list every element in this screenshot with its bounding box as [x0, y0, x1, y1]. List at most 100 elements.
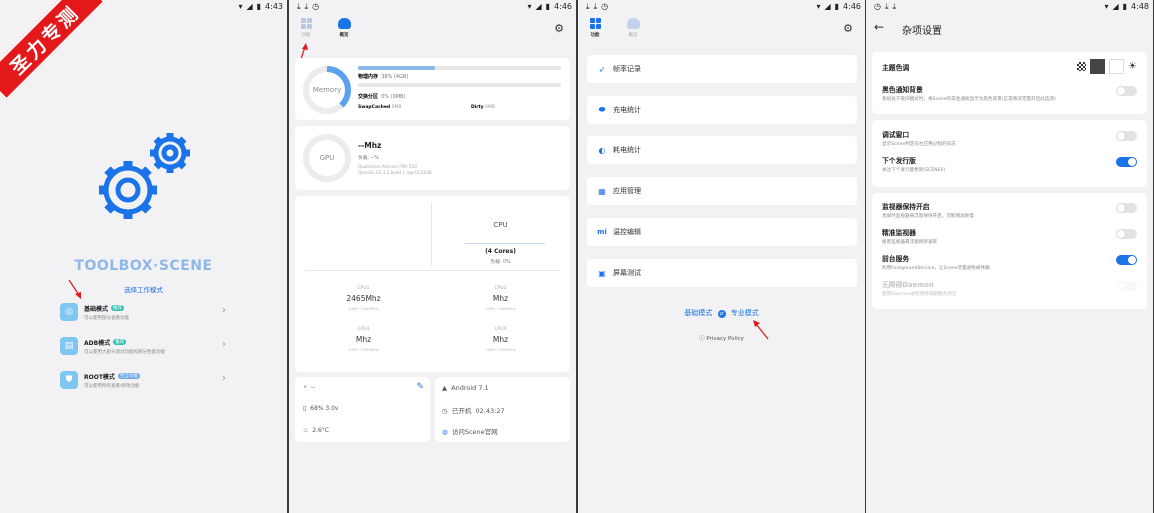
cloud-icon [626, 18, 640, 29]
status-time: 4:46 [843, 2, 861, 11]
mode-adb-icon: ▤ [60, 337, 78, 355]
cpu-core-freq: Mhz [355, 335, 372, 344]
battery-card: ⚡ -- ✎ ▯ 68% 3.0v ♨ 2.6°C [295, 377, 430, 442]
setting-title: 黑色通知背景 [882, 86, 923, 94]
func-item-screen[interactable]: ▣ 屏幕测试 [587, 259, 857, 287]
status-time: 4:48 [1131, 2, 1149, 11]
status-bar: ⤓ ⤓ ◷ ▾ ◢ ▮ 4:46 [578, 0, 865, 13]
tab-overview[interactable]: 概览 [336, 18, 352, 38]
cpu-core-range: 2465~2465Mhz [348, 347, 379, 352]
swap-value: 0% (0MB) [381, 94, 406, 100]
download-icon: ⤓ [593, 1, 598, 11]
func-item-fps[interactable]: ➶ 帧率记录 [587, 55, 857, 83]
light-theme-swatch[interactable] [1109, 59, 1125, 74]
clock-icon: ◷ [312, 1, 320, 11]
setting-title: 前台服务 [882, 255, 910, 263]
cpu-core-name: CPU3 [357, 327, 370, 332]
settings-group-theme: 主题色调 ☀ 黑色通知背景 系统处于夜间模式时，将Scene的常驻通知显示为黑色… [872, 52, 1147, 114]
gpu-freq: --Mhz [358, 141, 382, 150]
mode-title: 基础模式 [84, 305, 109, 313]
gpu-ring-label: GPU [319, 154, 335, 162]
func-item-label: 温控编辑 [613, 228, 641, 236]
android-row: ▲ Android 7.1 [442, 384, 489, 392]
func-item-drain[interactable]: ◐ 耗电统计 [587, 136, 857, 164]
cpu-core-freq: Mhz [492, 294, 509, 303]
next-release-toggle[interactable] [1116, 157, 1137, 167]
privacy-label: Privacy Policy [706, 336, 744, 342]
tab-overview[interactable]: 概览 [625, 18, 641, 38]
signal-icon: ◢ [824, 1, 831, 11]
func-item-charge[interactable]: ⬬ 充电统计 [587, 96, 857, 124]
battery-icon: ▮ [834, 1, 840, 11]
basic-mode-link[interactable]: 基础模式 [684, 309, 712, 317]
checker-theme-icon[interactable] [1077, 62, 1087, 71]
back-arrow-icon[interactable]: ← [874, 20, 884, 34]
tab-functions[interactable]: 功能 [299, 18, 313, 38]
theme-options: ☀ [1077, 59, 1137, 74]
status-time: 4:43 [265, 2, 283, 11]
daemon-toggle[interactable] [1116, 281, 1137, 291]
swap-bar [358, 83, 561, 87]
android-icon: ▲ [442, 384, 447, 392]
edit-icon[interactable]: ✎ [416, 382, 424, 392]
status-time: 4:46 [554, 2, 572, 11]
swap-row: 交换分区 0% (0MB) [358, 93, 406, 100]
precise-monitor-toggle[interactable] [1116, 229, 1137, 239]
cpu-core-name: CPU1 [357, 286, 370, 291]
foreground-toggle[interactable] [1116, 255, 1137, 265]
run-icon: ➶ [598, 64, 606, 74]
mode-basic[interactable]: ◎ 基础模式 推荐 可以使用部分查看功能 › [60, 300, 230, 324]
setting-title: 下个发行版 [882, 157, 916, 165]
signal-icon: ◢ [246, 1, 253, 11]
cpu-card: CPU (4 Cores) 负载: 0% CPU1 2465Mhz 2465~2… [295, 196, 570, 372]
dark-theme-swatch[interactable] [1090, 59, 1106, 74]
settings-group-monitor: 监视器保持开启 息屏时监视器悬浮窗保持开启，可能增加耗电 精准监视器 极客监视器… [872, 193, 1147, 309]
func-item-label: 应用管理 [613, 187, 641, 195]
func-item-label: 帧率记录 [613, 65, 641, 73]
black-bg-toggle[interactable] [1116, 86, 1137, 96]
settings-gear-icon[interactable]: ⚙ [843, 22, 853, 35]
uptime-value: 02:43:27 [475, 407, 505, 415]
setting-desc: 系统处于夜间模式时，将Scene的常驻通知显示为黑色背景(正常情况无需开启此选项… [882, 97, 1056, 102]
phys-mem-label: 物理内存 [358, 74, 379, 80]
wifi-icon: ▾ [238, 1, 243, 11]
plug-icon: ⚡ [303, 384, 308, 391]
wifi-icon: ▾ [816, 1, 821, 11]
mode-badge: 推荐 [113, 339, 127, 345]
func-item-label: 耗电统计 [613, 146, 641, 154]
monitor-keep-toggle[interactable] [1116, 203, 1137, 213]
cpu-core-cell: CPU4 Mhz 2465~2465Mhz [432, 327, 569, 352]
func-item-apps[interactable]: ▦ 应用管理 [587, 177, 857, 205]
debug-toggle[interactable] [1116, 131, 1137, 141]
divider [305, 270, 560, 271]
mode-switch-row: 基础模式 ⇄ 专业模式 [578, 308, 865, 318]
switch-icon: ⇄ [717, 310, 726, 318]
temperature-icon: ♨ [303, 427, 309, 434]
privacy-link[interactable]: ⓘ Privacy Policy [578, 334, 865, 342]
info-icon: ⓘ [699, 336, 705, 342]
cpu-core-cell: CPU3 Mhz 2465~2465Mhz [295, 327, 432, 352]
func-item-thermal[interactable]: mi 温控编辑 [587, 218, 857, 246]
pro-mode-link[interactable]: 专业模式 [731, 309, 759, 317]
cpu-core-cell: CPU2 Mhz 2465~2465Mhz [432, 286, 569, 311]
sun-icon[interactable]: ☀ [1128, 61, 1137, 72]
monitor-keep-row: 监视器保持开启 息屏时监视器悬浮窗保持开启，可能增加耗电 [882, 201, 1137, 219]
debug-row: 调试窗口 显示Scene判定前台应用过程的日志 [882, 129, 1137, 147]
setting-desc: 息屏时监视器悬浮窗保持开启，可能增加耗电 [882, 214, 974, 219]
grid-icon [300, 18, 312, 29]
visit-site-link[interactable]: ◍ 访问Scene官网 [442, 426, 498, 436]
mode-basic-icon: ◎ [60, 303, 78, 321]
wifi-icon: ▾ [1104, 1, 1109, 11]
cpu-core-range: 2465~2465Mhz [485, 347, 516, 352]
settings-gear-icon[interactable]: ⚙ [554, 22, 564, 35]
mode-adb[interactable]: ▤ ADB模式 推荐 可以使用大部分调试功能和部分性能功能 › [60, 334, 230, 358]
download-icon: ⤓ [884, 1, 889, 11]
tab-label: 概览 [628, 33, 638, 38]
cpu-core-range: 2465~2465Mhz [485, 306, 516, 311]
tab-functions[interactable]: 功能 [588, 18, 602, 38]
mode-root[interactable]: ⛊ ROOT模式 完全功能 可以使用所有查看/修改功能 › [60, 368, 230, 392]
download-icon: ⤓ [892, 1, 897, 11]
temp-row: ♨ 2.6°C [303, 427, 329, 434]
mode-title: ADB模式 [84, 339, 111, 347]
status-bar: ⤓ ⤓ ◷ ▾ ◢ ▮ 4:46 [289, 0, 576, 13]
